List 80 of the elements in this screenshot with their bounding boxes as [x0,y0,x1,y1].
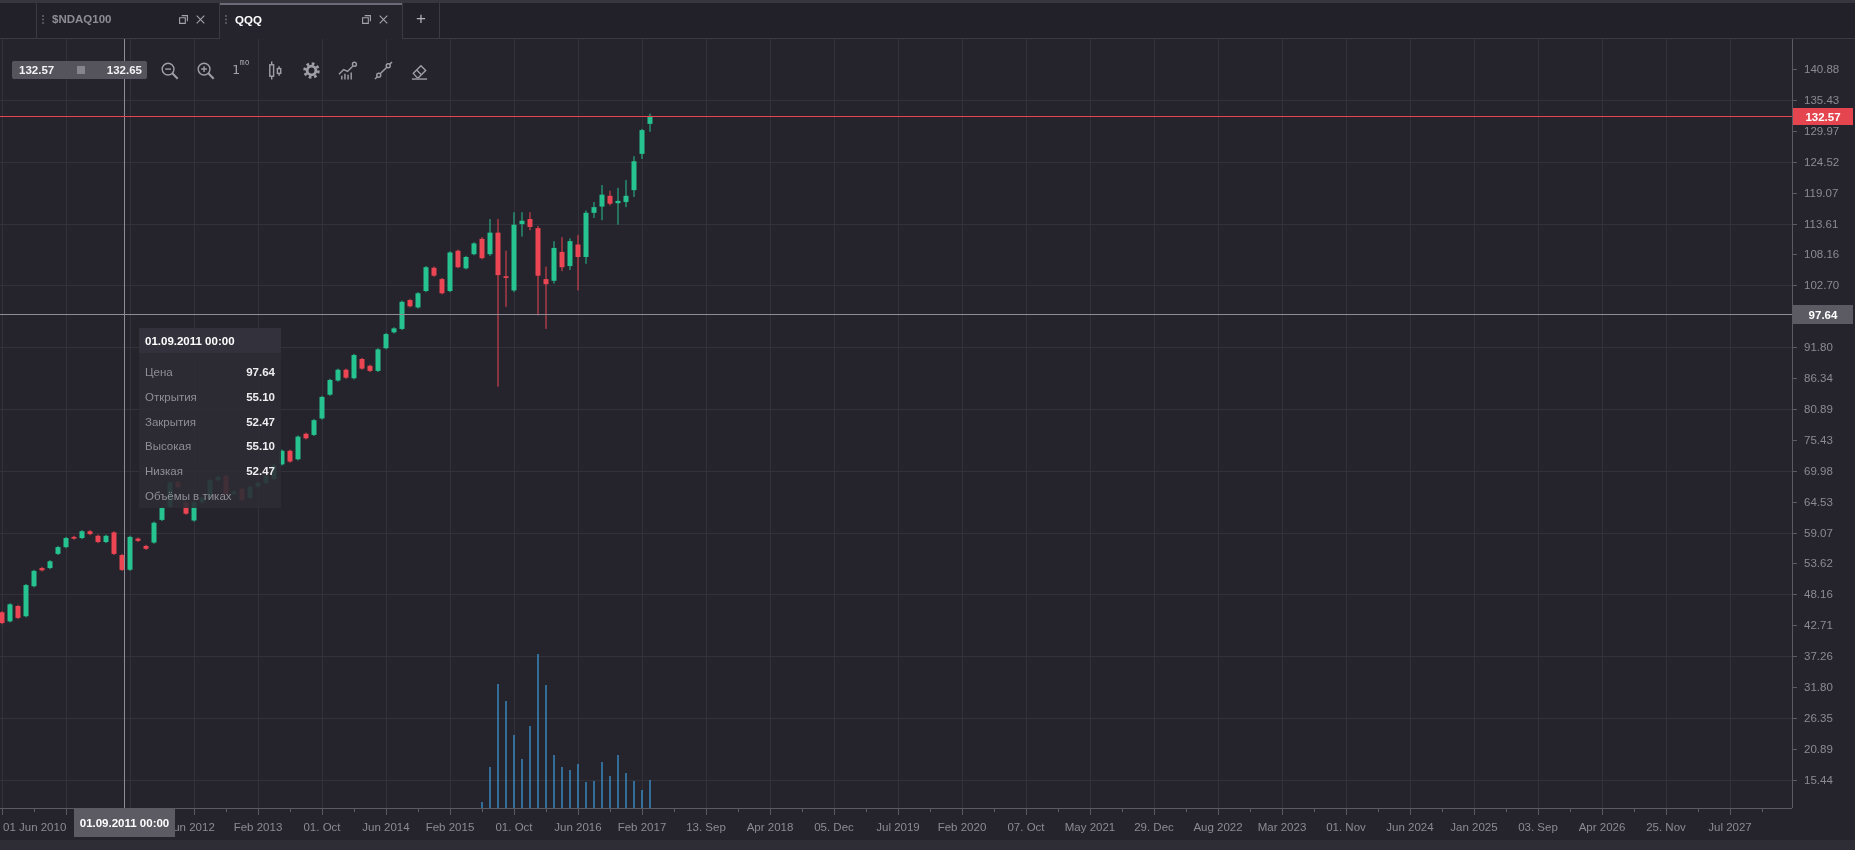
zoom-in-icon[interactable] [196,60,215,80]
x-axis-label: Jun 2016 [554,821,602,834]
x-axis-label: Jan 2025 [1450,821,1498,834]
tooltip-value: 55.10 [246,391,275,404]
y-axis-label: 69.98 [1804,464,1833,478]
tooltip-label: Закрытия [145,415,196,428]
y-axis-label: 140.88 [1804,62,1840,76]
square-icon [76,66,85,74]
x-axis-label: Apr 2026 [1578,821,1626,834]
x-axis-label: Feb 2015 [425,821,475,834]
x-axis-label: Jun 2024 [1386,821,1434,834]
x-axis-label: Feb 2017 [617,821,667,834]
settings-icon[interactable] [302,60,322,80]
x-axis-label: 07. Oct [1007,821,1045,834]
y-axis-label: 129.97 [1804,124,1840,138]
new-tab-button[interactable]: + [402,3,440,38]
restore-icon[interactable] [179,14,188,24]
crosshair-price-label: 97.64 [1793,305,1853,324]
tooltip-value: 97.64 [246,366,275,379]
crosshair-date-label: 01.09.2011 00:00 [74,808,175,837]
x-axis-label: Feb 2013 [233,821,283,834]
x-axis-label: Mar 2023 [1257,821,1307,834]
x-axis-label: Jun 2014 [362,821,410,834]
y-axis-label: 91.80 [1804,340,1833,354]
y-axis-label: 59.07 [1804,526,1833,539]
y-axis-label: 124.52 [1804,155,1840,169]
y-axis-label: 42.71 [1804,618,1833,632]
y-axis-label: 26.35 [1804,711,1833,725]
drag-handle-icon[interactable] [42,14,44,24]
y-axis-label: 108.16 [1804,247,1840,261]
y-axis-label: 119.07 [1804,186,1839,200]
x-axis-label: Jul 2019 [876,821,920,834]
tooltip-label: Объёмы в тиках [145,489,232,502]
y-axis-label: 31.80 [1804,680,1833,694]
x-axis-label: 01 Jun 2010 [3,821,67,834]
ask-price: 132.65 [106,64,142,76]
x-axis-label: 13. Sep [686,821,726,834]
tooltip-label: Высокая [145,440,192,453]
restore-icon[interactable] [362,15,371,24]
y-axis-label: 86.34 [1804,371,1833,385]
tooltip-label: Низкая [145,465,183,478]
y-axis-label: 48.16 [1804,587,1833,601]
indicators-icon[interactable] [338,60,358,80]
close-icon[interactable] [379,15,388,24]
x-axis-label: 03. Sep [1518,821,1558,834]
x-axis-label: May 2021 [1064,821,1116,834]
x-axis-label: 05. Dec [814,821,854,834]
drag-handle-icon[interactable] [225,15,227,24]
x-axis-label: 25. Nov [1646,821,1686,834]
tooltip-label: Цена [145,366,173,379]
bid-price: 132.57 [19,64,55,76]
tooltip-label: Открытия [145,391,197,404]
x-axis-label: Apr 2018 [746,821,794,834]
y-axis-label: 15.44 [1804,773,1833,787]
x-axis-label: Feb 2020 [937,821,987,834]
x-axis-label: 01. Nov [1326,821,1366,834]
y-axis-label: 53.62 [1804,556,1833,570]
tooltip-value: 52.47 [246,415,275,428]
x-axis-label: 01. Oct [303,821,341,834]
x-axis-label: 29. Dec [1134,821,1174,834]
timeframe-button[interactable]: 1$^{mo}$ [232,59,250,81]
x-axis-label: Aug 2022 [1193,821,1243,834]
zoom-out-icon[interactable] [160,60,179,80]
trend-line-icon[interactable] [374,60,394,80]
y-axis-label: 75.43 [1804,433,1833,447]
x-axis-label: 01. Oct [495,821,533,834]
y-axis-label: 135.43 [1804,93,1840,107]
tab[interactable]: QQQ [219,3,402,39]
y-axis-label: 102.70 [1804,278,1840,292]
tooltip-value: 52.47 [246,465,275,478]
y-axis-label: 80.89 [1804,402,1833,416]
close-icon[interactable] [196,14,205,24]
y-axis-label: 64.53 [1804,495,1833,509]
tooltip-title: 01.09.2011 00:00 [139,328,281,353]
y-axis-label: 20.89 [1804,742,1833,756]
last-price-label: 132.57 [1793,108,1853,125]
y-axis-label: 37.26 [1804,649,1833,663]
x-axis-label: Jul 2027 [1708,821,1752,834]
y-axis-label: 113.61 [1804,217,1839,230]
tooltip-value: 55.10 [246,440,275,453]
